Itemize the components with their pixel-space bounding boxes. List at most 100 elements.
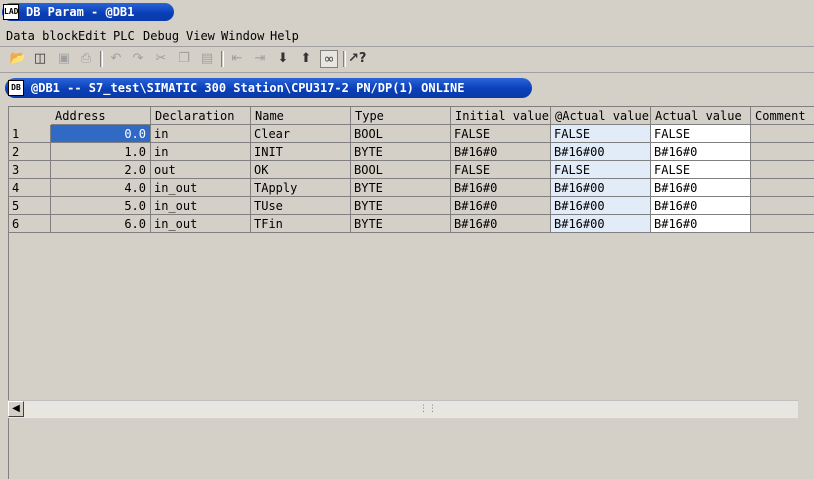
cell-address[interactable]: 1.0 <box>51 143 151 161</box>
cell-actual-value[interactable]: FALSE <box>651 125 751 143</box>
app-icon[interactable]: LAD <box>3 4 19 20</box>
cell-declaration[interactable]: in_out <box>151 197 251 215</box>
download-icon[interactable]: ⬇ <box>274 50 292 68</box>
row-number[interactable]: 3 <box>9 161 51 179</box>
cell-actual-value[interactable]: B#16#0 <box>651 143 751 161</box>
cell-comment[interactable] <box>751 197 814 215</box>
child-window-title-bar[interactable]: DB @DB1 -- S7_test\SIMATIC 300 Station\C… <box>5 78 532 98</box>
cell-address[interactable]: 5.0 <box>51 197 151 215</box>
cell-actual-value[interactable]: B#16#0 <box>651 197 751 215</box>
monitor-glasses-icon[interactable]: ∞ <box>320 50 338 68</box>
scrollbar-thumb[interactable]: ⋮⋮ <box>24 401 798 417</box>
copy-icon[interactable]: ❐ <box>175 50 193 68</box>
window-title-pill[interactable]: LAD DB Param - @DB1 <box>2 3 174 21</box>
row-number[interactable]: 5 <box>9 197 51 215</box>
cell-type[interactable]: BYTE <box>351 215 451 233</box>
cell-declaration[interactable]: in_out <box>151 179 251 197</box>
column-header-address[interactable]: Address <box>51 107 151 125</box>
redo-icon[interactable]: ↷ <box>129 50 147 68</box>
toolbar-separator <box>343 51 346 67</box>
column-header-type[interactable]: Type <box>351 107 451 125</box>
cell-type[interactable]: BOOL <box>351 125 451 143</box>
cell-name[interactable]: Clear <box>251 125 351 143</box>
column-header-comment[interactable]: Comment <box>751 107 814 125</box>
cell-at-actual-value[interactable]: B#16#00 <box>551 215 651 233</box>
cell-type[interactable]: BYTE <box>351 143 451 161</box>
menu-window[interactable]: Window <box>221 29 264 43</box>
menu-edit[interactable]: Edit <box>78 29 107 43</box>
cell-actual-value[interactable]: FALSE <box>651 161 751 179</box>
column-header-declaration[interactable]: Declaration <box>151 107 251 125</box>
db-window-icon[interactable]: DB <box>8 80 24 96</box>
child-window-title: @DB1 -- S7_test\SIMATIC 300 Station\CPU3… <box>31 81 465 95</box>
network-access-icon[interactable]: ◫ <box>31 50 49 68</box>
paste-icon[interactable]: ▤ <box>198 50 216 68</box>
cell-comment[interactable] <box>751 143 814 161</box>
cell-type[interactable]: BYTE <box>351 197 451 215</box>
cell-declaration[interactable]: in <box>151 125 251 143</box>
cell-name[interactable]: INIT <box>251 143 351 161</box>
cell-name[interactable]: TUse <box>251 197 351 215</box>
print-icon[interactable]: ⎙ <box>77 50 95 68</box>
cell-initial-value[interactable]: FALSE <box>451 161 551 179</box>
menu-plc[interactable]: PLC <box>113 29 135 43</box>
cell-comment[interactable] <box>751 179 814 197</box>
cell-address[interactable]: 6.0 <box>51 215 151 233</box>
title-bar[interactable]: LAD DB Param - @DB1 <box>0 0 814 24</box>
help-pointer-icon[interactable]: ↗? <box>348 50 366 68</box>
cut-icon[interactable]: ✂ <box>152 50 170 68</box>
cell-address[interactable]: 4.0 <box>51 179 151 197</box>
cell-comment[interactable] <box>751 125 814 143</box>
scrollbar-grip-icon: ⋮⋮ <box>419 404 437 414</box>
upload-icon[interactable]: ⬆ <box>297 50 315 68</box>
cell-name[interactable]: OK <box>251 161 351 179</box>
next-icon[interactable]: ⇥ <box>251 50 269 68</box>
cell-declaration[interactable]: in <box>151 143 251 161</box>
cell-name[interactable]: TFin <box>251 215 351 233</box>
column-header-at-actual-value[interactable]: @Actual value <box>551 107 651 125</box>
toolbar-separator <box>221 51 224 67</box>
cell-comment[interactable] <box>751 215 814 233</box>
cell-at-actual-value[interactable]: B#16#00 <box>551 197 651 215</box>
horizontal-scrollbar[interactable]: ◀ ⋮⋮ <box>8 400 798 418</box>
cell-actual-value[interactable]: B#16#0 <box>651 215 751 233</box>
menu-data-block[interactable]: Data block <box>6 29 78 43</box>
cell-initial-value[interactable]: B#16#0 <box>451 179 551 197</box>
cell-address[interactable]: 0.0 <box>51 125 151 143</box>
data-block-table: Address Declaration Name Type Initial va… <box>8 106 814 479</box>
window-title: DB Param - @DB1 <box>26 5 135 19</box>
cell-comment[interactable] <box>751 161 814 179</box>
cell-at-actual-value[interactable]: FALSE <box>551 125 651 143</box>
table-row: 6 6.0 in_out TFin BYTE B#16#0 B#16#00 B#… <box>9 215 814 233</box>
cell-initial-value[interactable]: B#16#0 <box>451 215 551 233</box>
open-folder-icon[interactable]: 📂 <box>9 50 27 68</box>
cell-at-actual-value[interactable]: B#16#00 <box>551 143 651 161</box>
previous-icon[interactable]: ⇤ <box>228 50 246 68</box>
cell-initial-value[interactable]: B#16#0 <box>451 197 551 215</box>
cell-at-actual-value[interactable]: FALSE <box>551 161 651 179</box>
row-number[interactable]: 6 <box>9 215 51 233</box>
cell-declaration[interactable]: in_out <box>151 215 251 233</box>
save-icon[interactable]: ▣ <box>55 50 73 68</box>
menu-debug[interactable]: Debug <box>143 29 179 43</box>
column-header-actual-value[interactable]: Actual value <box>651 107 751 125</box>
cell-type[interactable]: BOOL <box>351 161 451 179</box>
menu-view[interactable]: View <box>186 29 215 43</box>
cell-initial-value[interactable]: B#16#0 <box>451 143 551 161</box>
column-header-initial-value[interactable]: Initial value <box>451 107 551 125</box>
cell-address[interactable]: 2.0 <box>51 161 151 179</box>
cell-name[interactable]: TApply <box>251 179 351 197</box>
row-number[interactable]: 1 <box>9 125 51 143</box>
menu-help[interactable]: Help <box>270 29 299 43</box>
cell-declaration[interactable]: out <box>151 161 251 179</box>
cell-at-actual-value[interactable]: B#16#00 <box>551 179 651 197</box>
row-number[interactable]: 4 <box>9 179 51 197</box>
column-header-name[interactable]: Name <box>251 107 351 125</box>
table-corner <box>9 107 51 125</box>
cell-initial-value[interactable]: FALSE <box>451 125 551 143</box>
cell-actual-value[interactable]: B#16#0 <box>651 179 751 197</box>
undo-icon[interactable]: ↶ <box>107 50 125 68</box>
row-number[interactable]: 2 <box>9 143 51 161</box>
scroll-left-icon[interactable]: ◀ <box>8 401 24 417</box>
cell-type[interactable]: BYTE <box>351 179 451 197</box>
